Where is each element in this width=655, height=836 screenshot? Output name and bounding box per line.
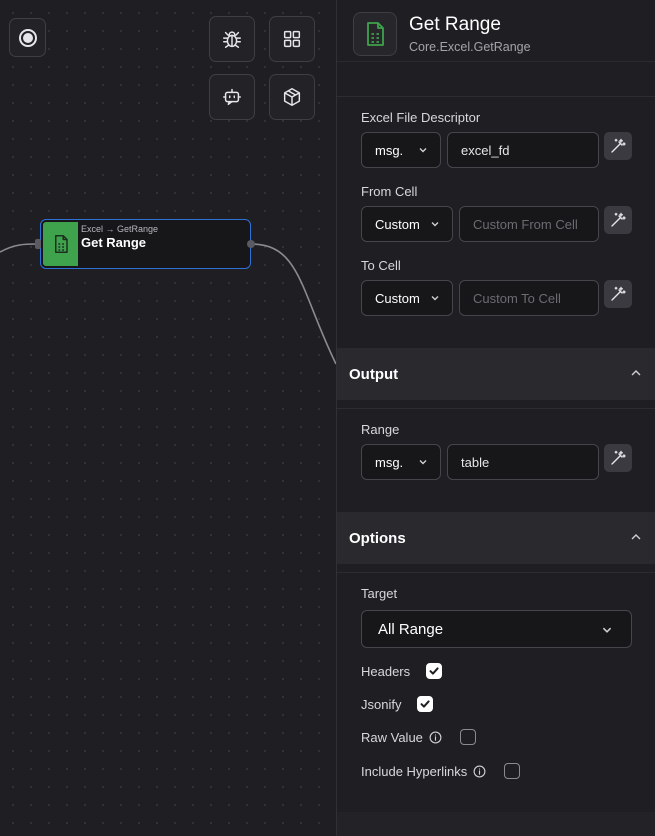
node-properties-panel: Get Range Core.Excel.GetRange Excel File… <box>336 0 655 836</box>
chevron-down-icon <box>419 460 427 465</box>
to-cell-type-select[interactable]: Custom <box>361 280 453 316</box>
excel-fd-type-select[interactable]: msg. <box>361 132 441 168</box>
output-section-header[interactable]: Output <box>337 348 655 400</box>
raw-value-checkbox[interactable] <box>459 729 476 745</box>
headers-label: Headers <box>361 663 411 679</box>
debug-button[interactable] <box>209 16 255 62</box>
range-auto-button[interactable] <box>604 444 632 472</box>
output-section-title: Output <box>349 365 399 383</box>
from-cell-type-value: Custom <box>375 216 420 232</box>
jsonify-checkbox[interactable] <box>417 696 434 712</box>
grid-icon <box>283 30 301 48</box>
chevron-up-icon <box>631 370 641 376</box>
spreadsheet-file-icon <box>367 22 384 46</box>
section-divider <box>337 572 655 573</box>
record-icon <box>18 28 37 47</box>
node-output-port[interactable] <box>247 240 255 248</box>
flow-canvas[interactable]: Excel → GetRange Get Range <box>0 0 336 836</box>
panel-node-icon <box>353 12 397 56</box>
node-title: Get Range <box>81 235 147 250</box>
info-icon[interactable] <box>429 731 442 744</box>
include-hyperlinks-option: Include Hyperlinks <box>361 763 521 779</box>
check-icon <box>420 700 431 708</box>
options-section-title: Options <box>349 529 406 547</box>
bot-icon <box>223 88 241 106</box>
from-cell-type-select[interactable]: Custom <box>361 206 453 242</box>
target-value: All Range <box>378 620 444 638</box>
incoming-wire <box>0 243 37 253</box>
grid-button[interactable] <box>269 16 315 62</box>
panel-footer-strip <box>337 812 655 836</box>
panel-header: Get Range Core.Excel.GetRange <box>337 0 655 62</box>
excel-fd-label: Excel File Descriptor <box>361 110 481 125</box>
magic-wand-icon <box>611 212 626 227</box>
node-icon-box <box>43 222 78 266</box>
magic-wand-icon <box>611 138 626 153</box>
raw-value-option: Raw Value <box>361 729 476 745</box>
outgoing-wire <box>250 243 336 365</box>
chevron-down-icon <box>419 148 427 153</box>
bug-icon <box>223 31 241 48</box>
range-type-select[interactable]: msg. <box>361 444 441 480</box>
wire-layer <box>0 243 336 365</box>
flow-node-get-range[interactable]: Excel → GetRange Get Range <box>35 219 255 269</box>
chevron-down-icon <box>431 296 439 301</box>
headers-checkbox[interactable] <box>426 663 443 679</box>
magic-wand-icon <box>611 286 626 301</box>
node-input-port[interactable] <box>35 239 41 249</box>
check-icon <box>429 667 439 675</box>
chevron-up-icon <box>631 534 641 540</box>
section-divider <box>337 96 655 97</box>
headers-option: Headers <box>361 663 443 679</box>
magic-wand-icon <box>611 450 626 465</box>
to-cell-auto-button[interactable] <box>604 280 632 308</box>
from-cell-auto-button[interactable] <box>604 206 632 234</box>
raw-value-label: Raw Value <box>361 729 423 745</box>
excel-fd-input[interactable]: excel_fd <box>447 132 599 168</box>
package-button[interactable] <box>269 74 315 120</box>
jsonify-option: Jsonify <box>361 696 434 712</box>
from-cell-input[interactable]: Custom From Cell <box>459 206 599 242</box>
jsonify-label: Jsonify <box>361 696 402 712</box>
range-input[interactable]: table <box>447 444 599 480</box>
section-divider <box>337 408 655 409</box>
panel-title: Get Range <box>409 14 501 35</box>
to-cell-input[interactable]: Custom To Cell <box>459 280 599 316</box>
to-cell-type-value: Custom <box>375 290 420 306</box>
excel-fd-auto-button[interactable] <box>604 132 632 160</box>
target-select[interactable]: All Range <box>361 610 632 648</box>
range-label: Range <box>361 422 400 437</box>
excel-fd-type-value: msg. <box>375 142 404 158</box>
chevron-down-icon <box>602 627 612 633</box>
include-hyperlinks-checkbox[interactable] <box>504 763 521 779</box>
info-icon[interactable] <box>473 765 486 778</box>
include-hyperlinks-label: Include Hyperlinks <box>361 763 468 779</box>
target-label: Target <box>361 586 398 601</box>
panel-subtitle: Core.Excel.GetRange <box>409 40 531 54</box>
options-section-header[interactable]: Options <box>337 512 655 564</box>
range-type-value: msg. <box>375 454 404 470</box>
spreadsheet-file-icon <box>54 235 68 253</box>
node-breadcrumb: Excel → GetRange <box>81 224 159 234</box>
from-cell-label: From Cell <box>361 184 418 199</box>
to-cell-label: To Cell <box>361 258 401 273</box>
package-icon <box>283 88 301 106</box>
chevron-down-icon <box>431 222 439 227</box>
bot-button[interactable] <box>209 74 255 120</box>
record-button[interactable] <box>9 18 46 57</box>
